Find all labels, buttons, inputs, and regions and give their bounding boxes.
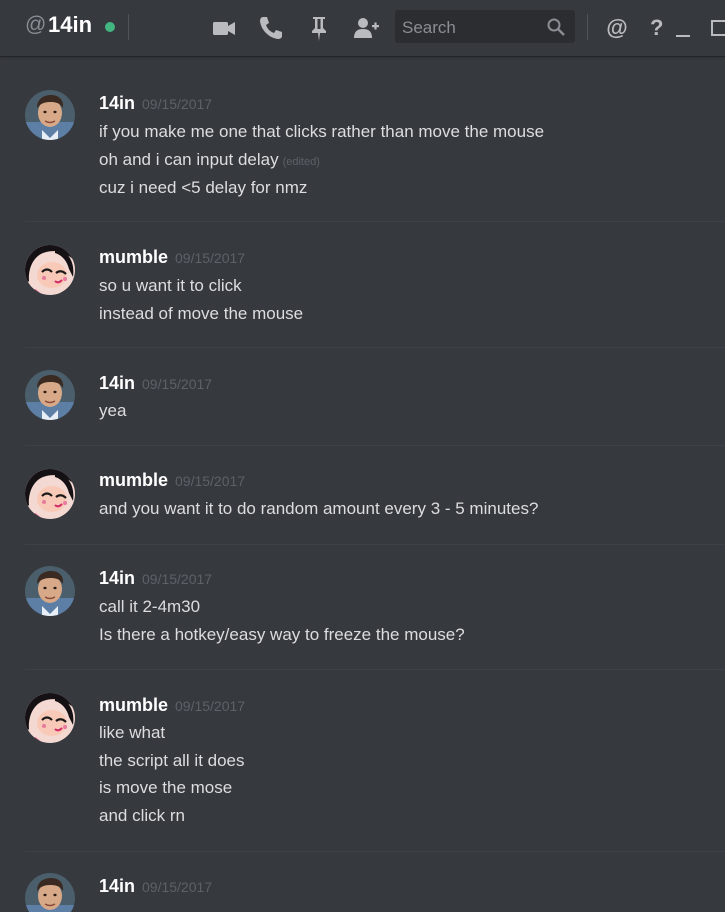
message-author[interactable]: 14in bbox=[99, 568, 135, 589]
dm-at-symbol: @ bbox=[25, 13, 47, 36]
avatar[interactable] bbox=[25, 245, 75, 295]
minimize-icon[interactable] bbox=[674, 14, 702, 42]
message-divider bbox=[25, 221, 725, 222]
message-text: instead of move the mouse bbox=[99, 304, 304, 323]
avatar[interactable] bbox=[25, 469, 75, 519]
avatar[interactable] bbox=[25, 566, 75, 616]
message-text: oh and i can input delay (edited) bbox=[99, 150, 320, 170]
message-divider bbox=[25, 445, 725, 446]
dm-chat-window: @ 14in Search @ ? 14in 09/15/2017 if you… bbox=[0, 0, 725, 912]
search-placeholder: Search bbox=[402, 18, 456, 37]
message-author[interactable]: 14in bbox=[99, 876, 135, 897]
message-timestamp: 09/15/2017 bbox=[175, 473, 246, 489]
message-timestamp: 09/15/2017 bbox=[142, 376, 213, 392]
message-timestamp: 09/15/2017 bbox=[175, 250, 246, 266]
message-timestamp: 09/15/2017 bbox=[142, 879, 213, 895]
message-divider bbox=[25, 851, 725, 852]
message-timestamp: 09/15/2017 bbox=[142, 571, 213, 587]
message-text: and you want it to do random amount ever… bbox=[99, 499, 539, 518]
message-divider bbox=[25, 669, 725, 670]
maximize-icon[interactable] bbox=[709, 14, 725, 42]
dm-recipient-name[interactable]: 14in bbox=[48, 12, 92, 38]
avatar[interactable] bbox=[25, 370, 75, 420]
avatar[interactable] bbox=[25, 693, 75, 743]
message-divider bbox=[25, 544, 725, 545]
video-call-icon[interactable] bbox=[210, 14, 238, 42]
edited-label: (edited) bbox=[282, 156, 320, 168]
message-text: is move the mose bbox=[99, 778, 233, 797]
channel-header: @ 14in Search @ ? bbox=[0, 0, 725, 56]
header-divider-2 bbox=[587, 14, 588, 40]
help-icon[interactable]: ? bbox=[650, 14, 666, 42]
mention-icon[interactable]: @ bbox=[603, 14, 631, 42]
message-divider bbox=[25, 347, 725, 348]
header-divider bbox=[128, 14, 129, 40]
phone-call-icon[interactable] bbox=[257, 14, 285, 42]
message-timestamp: 09/15/2017 bbox=[142, 96, 213, 112]
message-text: call it 2-4m30 bbox=[99, 597, 201, 616]
message-author[interactable]: 14in bbox=[99, 93, 135, 114]
add-friend-icon[interactable] bbox=[352, 14, 380, 42]
message-author[interactable]: mumble bbox=[99, 695, 168, 716]
search-input[interactable]: Search bbox=[395, 10, 575, 43]
avatar[interactable] bbox=[25, 873, 75, 912]
message-author[interactable]: mumble bbox=[99, 247, 168, 268]
message-text: and click rn bbox=[99, 806, 185, 825]
online-status-icon bbox=[105, 22, 115, 32]
message-text: so u want it to click bbox=[99, 276, 242, 295]
pin-icon[interactable] bbox=[305, 14, 333, 42]
search-icon bbox=[546, 17, 566, 42]
avatar[interactable] bbox=[25, 90, 75, 140]
message-text: yea bbox=[99, 401, 127, 420]
message-text-content: oh and i can input delay bbox=[99, 150, 279, 169]
message-text: like what bbox=[99, 723, 166, 742]
message-author[interactable]: mumble bbox=[99, 470, 168, 491]
message-timestamp: 09/15/2017 bbox=[175, 698, 246, 714]
message-text: if you make me one that clicks rather th… bbox=[99, 122, 545, 141]
message-author[interactable]: 14in bbox=[99, 373, 135, 394]
message-text: Is there a hotkey/easy way to freeze the… bbox=[99, 625, 465, 644]
message-text: cuz i need <5 delay for nmz bbox=[99, 178, 308, 197]
message-text: the script all it does bbox=[99, 751, 245, 770]
